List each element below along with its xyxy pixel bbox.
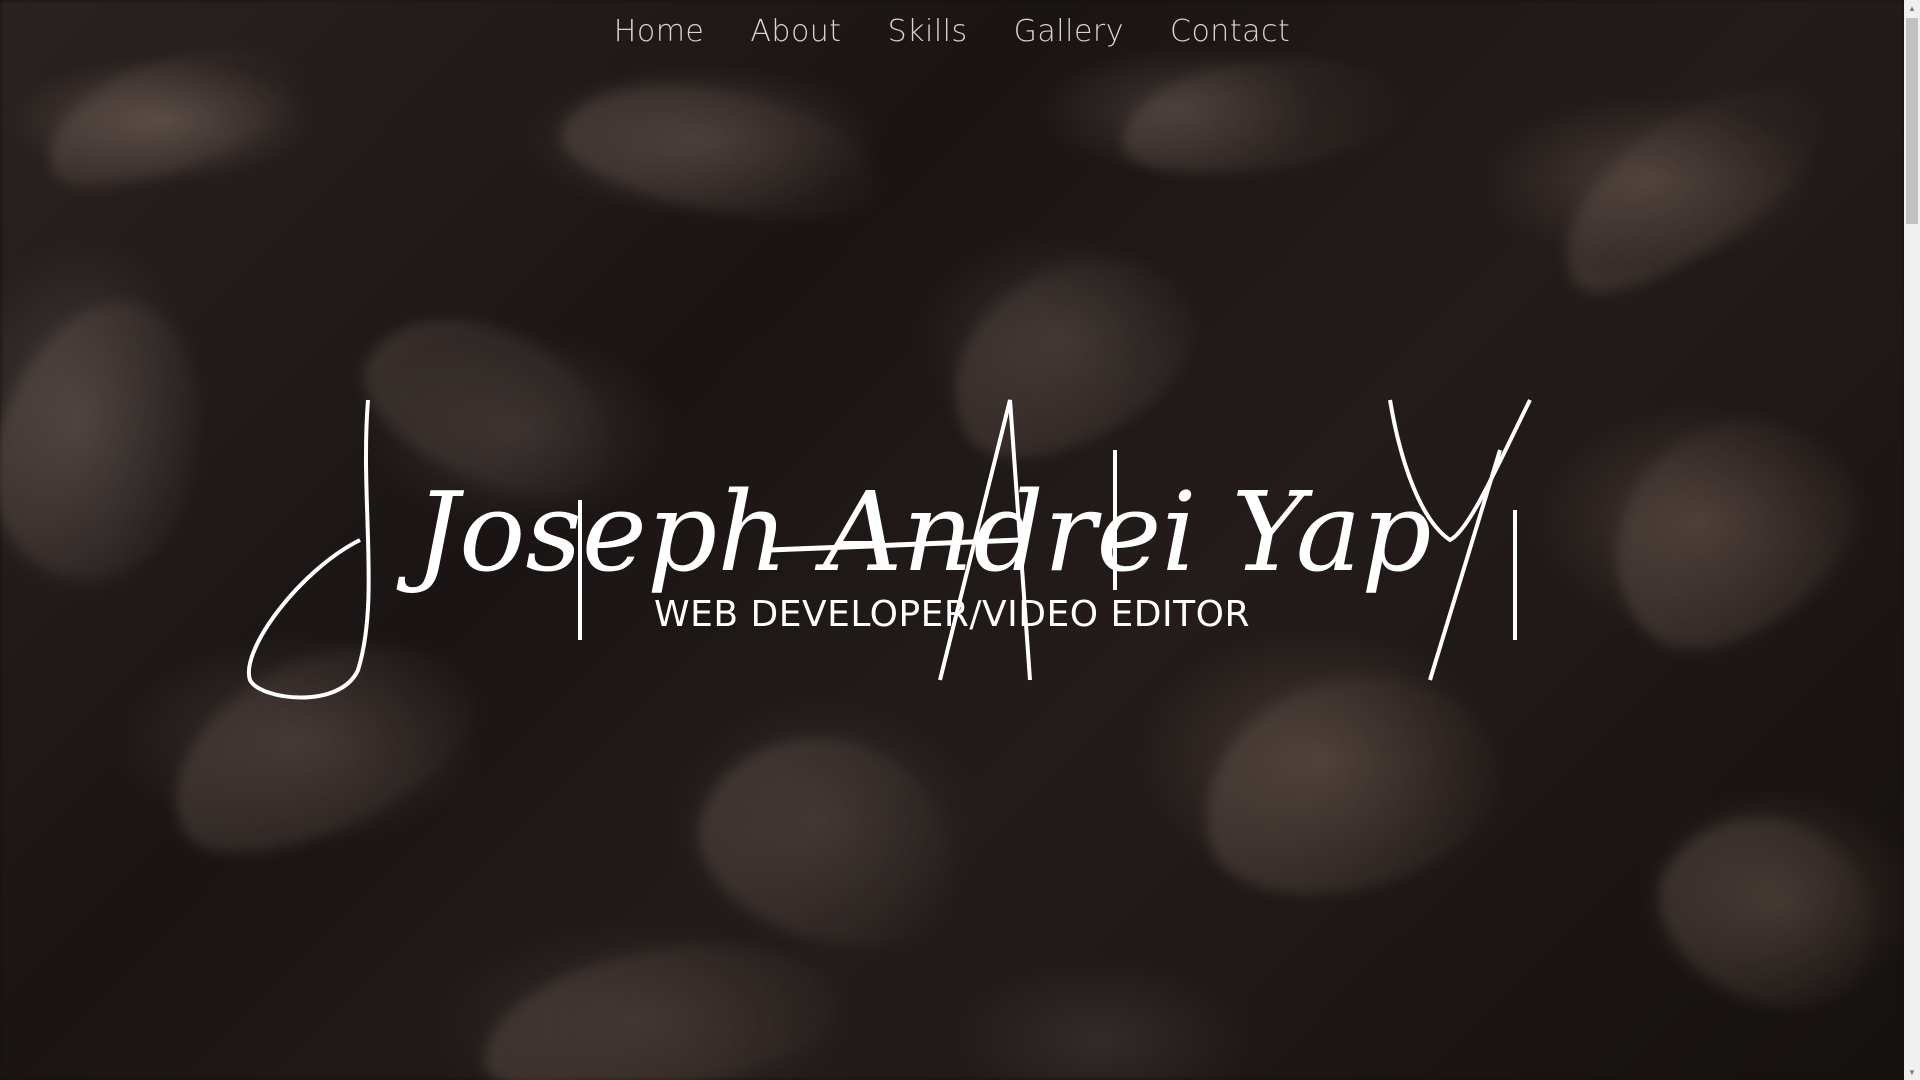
page-viewport: Home About Skills Gallery Contact Joseph… [0, 0, 1904, 1080]
nav-link-contact[interactable]: Contact [1170, 14, 1290, 49]
chevron-up-icon[interactable]: ▲ [1904, 0, 1920, 16]
nav-link-home[interactable]: Home [614, 14, 705, 49]
nav-link-skills[interactable]: Skills [888, 14, 968, 49]
nav-link-gallery[interactable]: Gallery [1014, 14, 1124, 49]
vertical-scrollbar[interactable]: ▲ ▼ [1904, 0, 1920, 1080]
hero-name-signature: Joseph Andrei Yap [240, 380, 1680, 700]
scrollbar-thumb[interactable] [1906, 18, 1918, 224]
main-navigation: Home About Skills Gallery Contact [0, 14, 1904, 49]
hero-subtitle: WEB DEVELOPER/VIDEO EDITOR [654, 594, 1250, 635]
signature-name-text: Joseph Andrei Yap [396, 468, 1432, 596]
chevron-down-icon[interactable]: ▼ [1904, 1064, 1920, 1080]
signature-svg: Joseph Andrei Yap [246, 399, 1532, 700]
nav-link-about[interactable]: About [750, 14, 841, 49]
